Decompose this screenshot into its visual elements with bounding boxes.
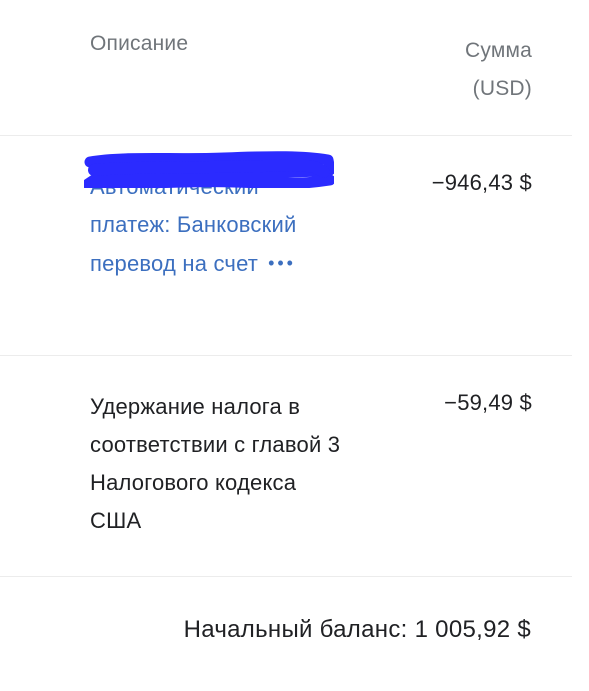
transaction-amount: −946,43 $ [431, 170, 532, 195]
opening-balance: Начальный баланс: 1 005,92 $ [184, 616, 531, 644]
transaction-description: Удержание налога в соответствии с главой… [90, 388, 400, 540]
description-line: США [90, 508, 142, 533]
description-line-with-more[interactable]: перевод на счет ••• [90, 244, 400, 283]
opening-balance-label: Начальный баланс: [183, 616, 408, 643]
table-header: Описание Сумма (USD) [0, 0, 572, 136]
redaction-scribble [84, 151, 334, 188]
column-header-amount: Сумма (USD) [465, 32, 532, 108]
table-row: Удержание налога в соответствии с главой… [0, 356, 572, 577]
opening-balance-value: 1 005,92 $ [414, 616, 531, 643]
more-icon[interactable]: ••• [268, 244, 296, 282]
description-line[interactable]: платеж: Банковский [90, 206, 400, 244]
amount-header-line1: Сумма [465, 39, 532, 62]
column-header-description: Описание [90, 32, 189, 55]
description-line: Налогового кодекса [90, 470, 297, 495]
transaction-amount: −59,49 $ [444, 390, 532, 415]
amount-header-line2: (USD) [472, 77, 532, 100]
transaction-details-panel: Описание Сумма (USD) Автоматический плат… [0, 0, 589, 691]
description-line: Удержание налога в [90, 394, 301, 419]
description-line: соответствии с главой 3 [90, 432, 341, 457]
description-line[interactable]: перевод на счет [90, 251, 258, 276]
